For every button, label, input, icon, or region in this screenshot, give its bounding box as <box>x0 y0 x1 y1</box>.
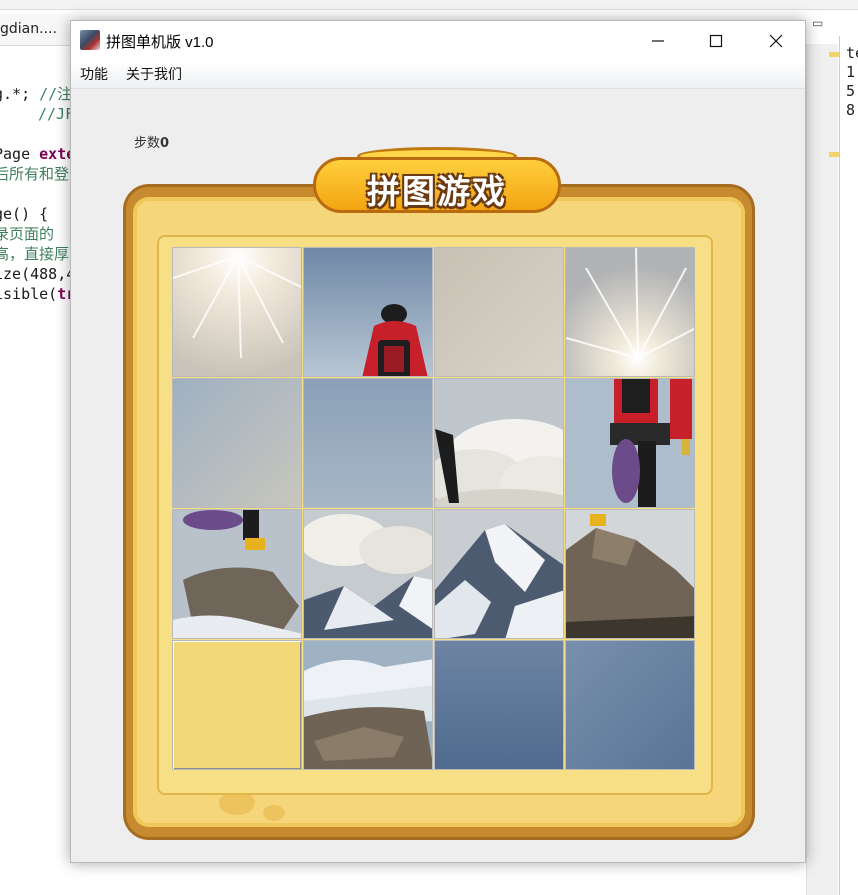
app-icon <box>80 30 100 50</box>
puzzle-tile[interactable] <box>434 509 564 639</box>
puzzle-tile-empty[interactable] <box>172 640 302 770</box>
tile-image-sky-blue <box>173 379 301 507</box>
ide-overview-ruler[interactable] <box>806 44 839 895</box>
warning-marker-icon[interactable] <box>829 152 839 157</box>
code-line: ize(488,4 <box>0 265 70 283</box>
ide-code-editor[interactable]: g.*; //注 //JF Page exte 后所有和登 ge() { 录页面… <box>0 46 70 895</box>
tile-image-clouds-ridge <box>304 510 432 638</box>
puzzle-tile[interactable] <box>434 378 564 508</box>
puzzle-tile[interactable] <box>303 378 433 508</box>
tile-image-rocky-outcrop <box>566 510 694 638</box>
code-line: Page exte <box>0 145 70 163</box>
puzzle-tile[interactable] <box>434 640 564 770</box>
tile-image-sky-deep-blue <box>566 641 694 769</box>
ide-outline-panel: te 1 5 8 <box>839 36 858 895</box>
puzzle-tile[interactable] <box>565 247 695 377</box>
maximize-icon <box>709 34 723 48</box>
menu-function[interactable]: 功能 <box>78 64 110 84</box>
maximize-button[interactable] <box>687 21 745 61</box>
decor-spot <box>263 805 285 821</box>
ide-editor-tab[interactable]: gdian.... <box>0 14 70 46</box>
tile-image-climber-with-rope <box>566 379 694 507</box>
code-line: //JF <box>38 105 70 123</box>
puzzle-grid <box>172 247 696 771</box>
window-title: 拼图单机版 v1.0 <box>106 34 214 51</box>
outline-line: 1 <box>846 63 856 81</box>
ide-toolbar <box>0 0 858 10</box>
tile-image-snow-rocks <box>304 641 432 769</box>
warning-marker-icon[interactable] <box>829 52 839 57</box>
tile-image-sun-rays <box>566 248 694 376</box>
puzzle-tile[interactable] <box>172 378 302 508</box>
title-bar[interactable]: 拼图单机版 v1.0 <box>71 21 805 61</box>
tile-image-climber-red-jacket-back <box>304 248 432 376</box>
minimize-button[interactable] <box>629 21 687 61</box>
puzzle-tile[interactable] <box>172 509 302 639</box>
code-line: ge() { <box>0 205 49 223</box>
close-button[interactable] <box>747 21 805 61</box>
tile-image-clouds-climber-leg <box>435 379 563 507</box>
minimize-icon <box>652 40 664 42</box>
banner-title: 拼图游戏 <box>367 172 507 211</box>
outline-line: 5 <box>846 82 856 100</box>
menu-bar: 功能 关于我们 <box>71 61 805 89</box>
outline-line: 8 <box>846 101 856 119</box>
game-title-banner: 拼图游戏 <box>313 147 561 221</box>
code-line: isible(tr <box>0 285 70 303</box>
step-counter: 步数0 <box>134 132 169 151</box>
tile-image-snow-peak <box>435 510 563 638</box>
tile-image-sky-blue <box>304 379 432 507</box>
tile-image-sky-deep-blue <box>435 641 563 769</box>
puzzle-tile[interactable] <box>565 509 695 639</box>
code-line: 后所有和登 <box>0 165 70 183</box>
tile-image-climber-boot-rock <box>173 510 301 638</box>
code-line: 高，直接厚 <box>0 245 70 263</box>
tile-image-sky-plain <box>435 248 563 376</box>
puzzle-tile[interactable] <box>565 640 695 770</box>
puzzle-tile[interactable] <box>565 378 695 508</box>
code-line: g.*; //注 <box>0 85 70 103</box>
menu-about-us[interactable]: 关于我们 <box>124 64 184 84</box>
puzzle-tile[interactable] <box>434 247 564 377</box>
puzzle-tile[interactable] <box>303 509 433 639</box>
minimize-view-icon[interactable]: ▭ <box>812 16 823 30</box>
close-icon <box>769 34 783 48</box>
step-counter-value: 0 <box>160 136 170 151</box>
tile-image-sky-sunburst <box>173 248 301 376</box>
puzzle-tile[interactable] <box>303 640 433 770</box>
puzzle-game-window: 拼图单机版 v1.0 功能 关于我们 步数0 拼图游戏 <box>70 20 806 863</box>
code-line: 录页面的 <box>0 225 55 243</box>
outline-line: te <box>846 44 858 62</box>
puzzle-tile[interactable] <box>172 247 302 377</box>
ide-editor-tab-label: gdian.... <box>0 21 57 37</box>
step-counter-label: 步数 <box>134 136 161 151</box>
puzzle-tile[interactable] <box>303 247 433 377</box>
